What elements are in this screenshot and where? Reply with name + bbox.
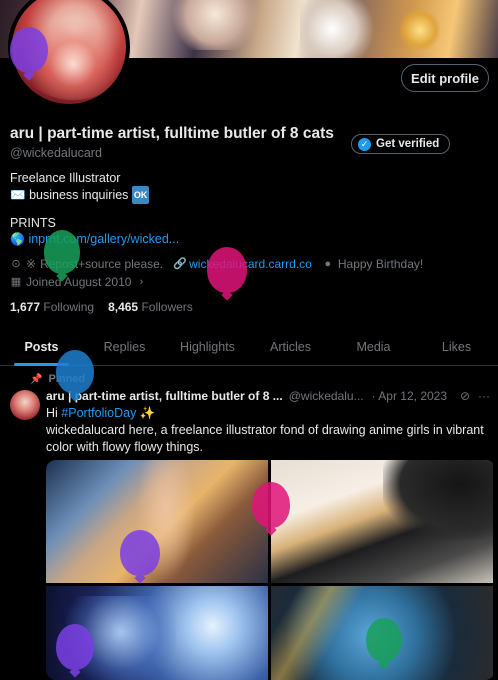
following-link[interactable]: 1,677 Following	[10, 300, 94, 314]
tab-articles[interactable]: Articles	[249, 334, 332, 365]
balloon-decoration	[207, 247, 247, 301]
balloon-decoration	[366, 618, 402, 670]
tab-likes[interactable]: Likes	[415, 334, 498, 365]
balloon-decoration	[120, 530, 160, 584]
balloon-icon: ●	[324, 258, 332, 270]
balloon-decoration	[44, 230, 80, 282]
profile-bio: Freelance Illustrator ✉️ business inquir…	[10, 170, 150, 204]
chevron-right-icon[interactable]: ›	[135, 274, 147, 290]
tweet-date[interactable]: · Apr 12, 2023	[372, 389, 447, 403]
bio-line-2: ✉️ business inquiries OK	[10, 186, 150, 204]
location-icon: ⊙	[11, 258, 21, 270]
location-marker: ※	[26, 257, 37, 271]
profile-birthday: Happy Birthday!	[337, 257, 424, 271]
envelope-icon: ✉️	[10, 188, 26, 202]
profile-handle: @wickedalucard	[10, 146, 102, 160]
profile-prints: PRINTS 🌎 inprnt.com/gallery/wicked...	[10, 215, 179, 247]
link-icon: 🔗	[173, 258, 187, 270]
tweet-hashtag[interactable]: #PortfolioDay	[61, 406, 136, 420]
bio-line-1: Freelance Illustrator	[10, 171, 121, 185]
grok-icon[interactable]: ⊘	[460, 389, 470, 403]
verified-check-icon: ✓	[358, 137, 371, 151]
globe-icon: 🌎	[10, 232, 25, 246]
balloon-decoration	[10, 27, 48, 81]
followers-link[interactable]: 8,465 Followers	[108, 300, 193, 314]
prints-label: PRINTS	[10, 216, 56, 230]
get-verified-label: Get verified	[376, 138, 440, 150]
tweet-body: wickedalucard here, a freelance illustra…	[46, 423, 484, 454]
balloon-decoration	[252, 482, 290, 536]
tab-media[interactable]: Media	[332, 334, 415, 365]
more-icon[interactable]: ···	[478, 389, 490, 403]
profile-joined: Joined August 2010	[26, 275, 132, 289]
pin-icon: 📌	[30, 373, 43, 385]
tab-highlights[interactable]: Highlights	[166, 334, 249, 365]
tweet-text: Hi #PortfolioDay ✨ wickedalucard here, a…	[46, 405, 486, 456]
bio-business-text: business inquiries	[29, 188, 129, 202]
tweet-hi: Hi	[46, 406, 58, 420]
balloon-decoration	[56, 350, 94, 402]
sparkle-icon: ✨	[139, 406, 156, 420]
tweet-image-2[interactable]	[271, 460, 493, 583]
tweet-header: aru | part-time artist, fulltime butler …	[46, 389, 490, 403]
tab-replies[interactable]: Replies	[83, 334, 166, 365]
ok-badge: OK	[131, 186, 150, 204]
edit-profile-button[interactable]: Edit profile	[401, 64, 489, 92]
balloon-decoration	[56, 624, 94, 678]
get-verified-button[interactable]: ✓ Get verified	[351, 134, 451, 154]
calendar-icon: ▦	[10, 276, 22, 288]
profile-display-name: aru | part-time artist, fulltime butler …	[10, 125, 334, 142]
follow-stats: 1,677 Following 8,465 Followers	[10, 300, 193, 314]
tweet-avatar[interactable]	[10, 390, 40, 420]
tweet-author-handle[interactable]: @wickedalu...	[289, 389, 364, 403]
